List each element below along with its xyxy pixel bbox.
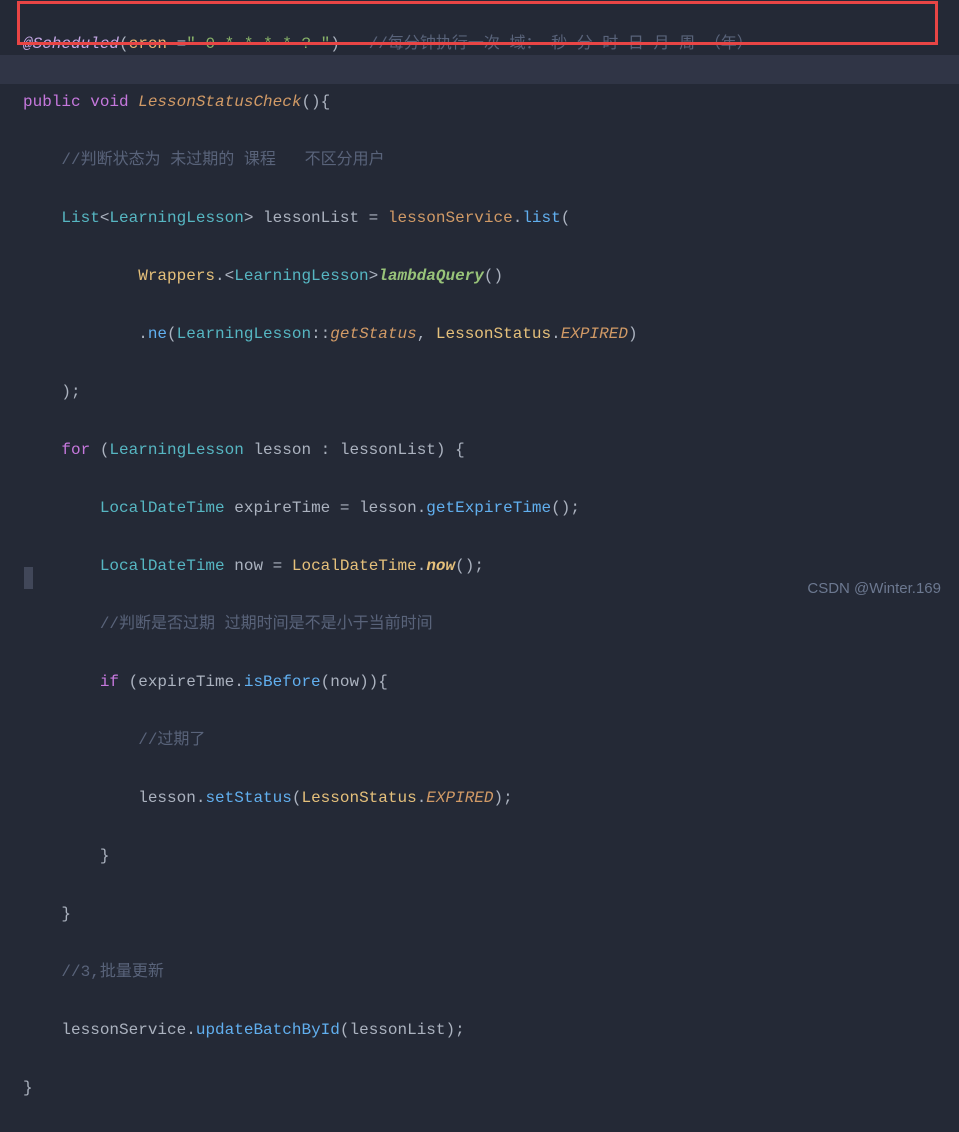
code-line-6: .ne(LearningLesson::getStatus, LessonSta… — [23, 320, 959, 349]
code-line-16: } — [23, 900, 959, 929]
code-line-11: //判断是否过期 过期时间是不是小于当前时间 — [23, 610, 959, 639]
code-line-4: List<LearningLesson> lessonList = lesson… — [23, 204, 959, 233]
code-line-15: } — [23, 842, 959, 871]
code-line-12: if (expireTime.isBefore(now)){ — [23, 668, 959, 697]
code-line-3: //判断状态为 未过期的 课程 不区分用户 — [23, 146, 959, 175]
annotation-token: @Scheduled — [23, 35, 119, 53]
code-line-5: Wrappers.<LearningLesson>lambdaQuery() — [23, 262, 959, 291]
code-line-18: lessonService.updateBatchById(lessonList… — [23, 1016, 959, 1045]
watermark: CSDN @Winter.169 — [807, 574, 941, 603]
code-line-9: LocalDateTime expireTime = lesson.getExp… — [23, 494, 959, 523]
code-editor[interactable]: @Scheduled(cron =" 0 * * * * ? ") //每分钟执… — [0, 0, 959, 1132]
code-line-13: //过期了 — [23, 726, 959, 755]
code-line-2: public void LessonStatusCheck(){ — [23, 88, 959, 117]
code-line-7: ); — [23, 378, 959, 407]
code-line-17: //3,批量更新 — [23, 958, 959, 987]
code-line-19: } — [23, 1074, 959, 1103]
code-line-14: lesson.setStatus(LessonStatus.EXPIRED); — [23, 784, 959, 813]
code-line-1: @Scheduled(cron =" 0 * * * * ? ") //每分钟执… — [23, 30, 959, 59]
code-line-8: for (LearningLesson lesson : lessonList)… — [23, 436, 959, 465]
